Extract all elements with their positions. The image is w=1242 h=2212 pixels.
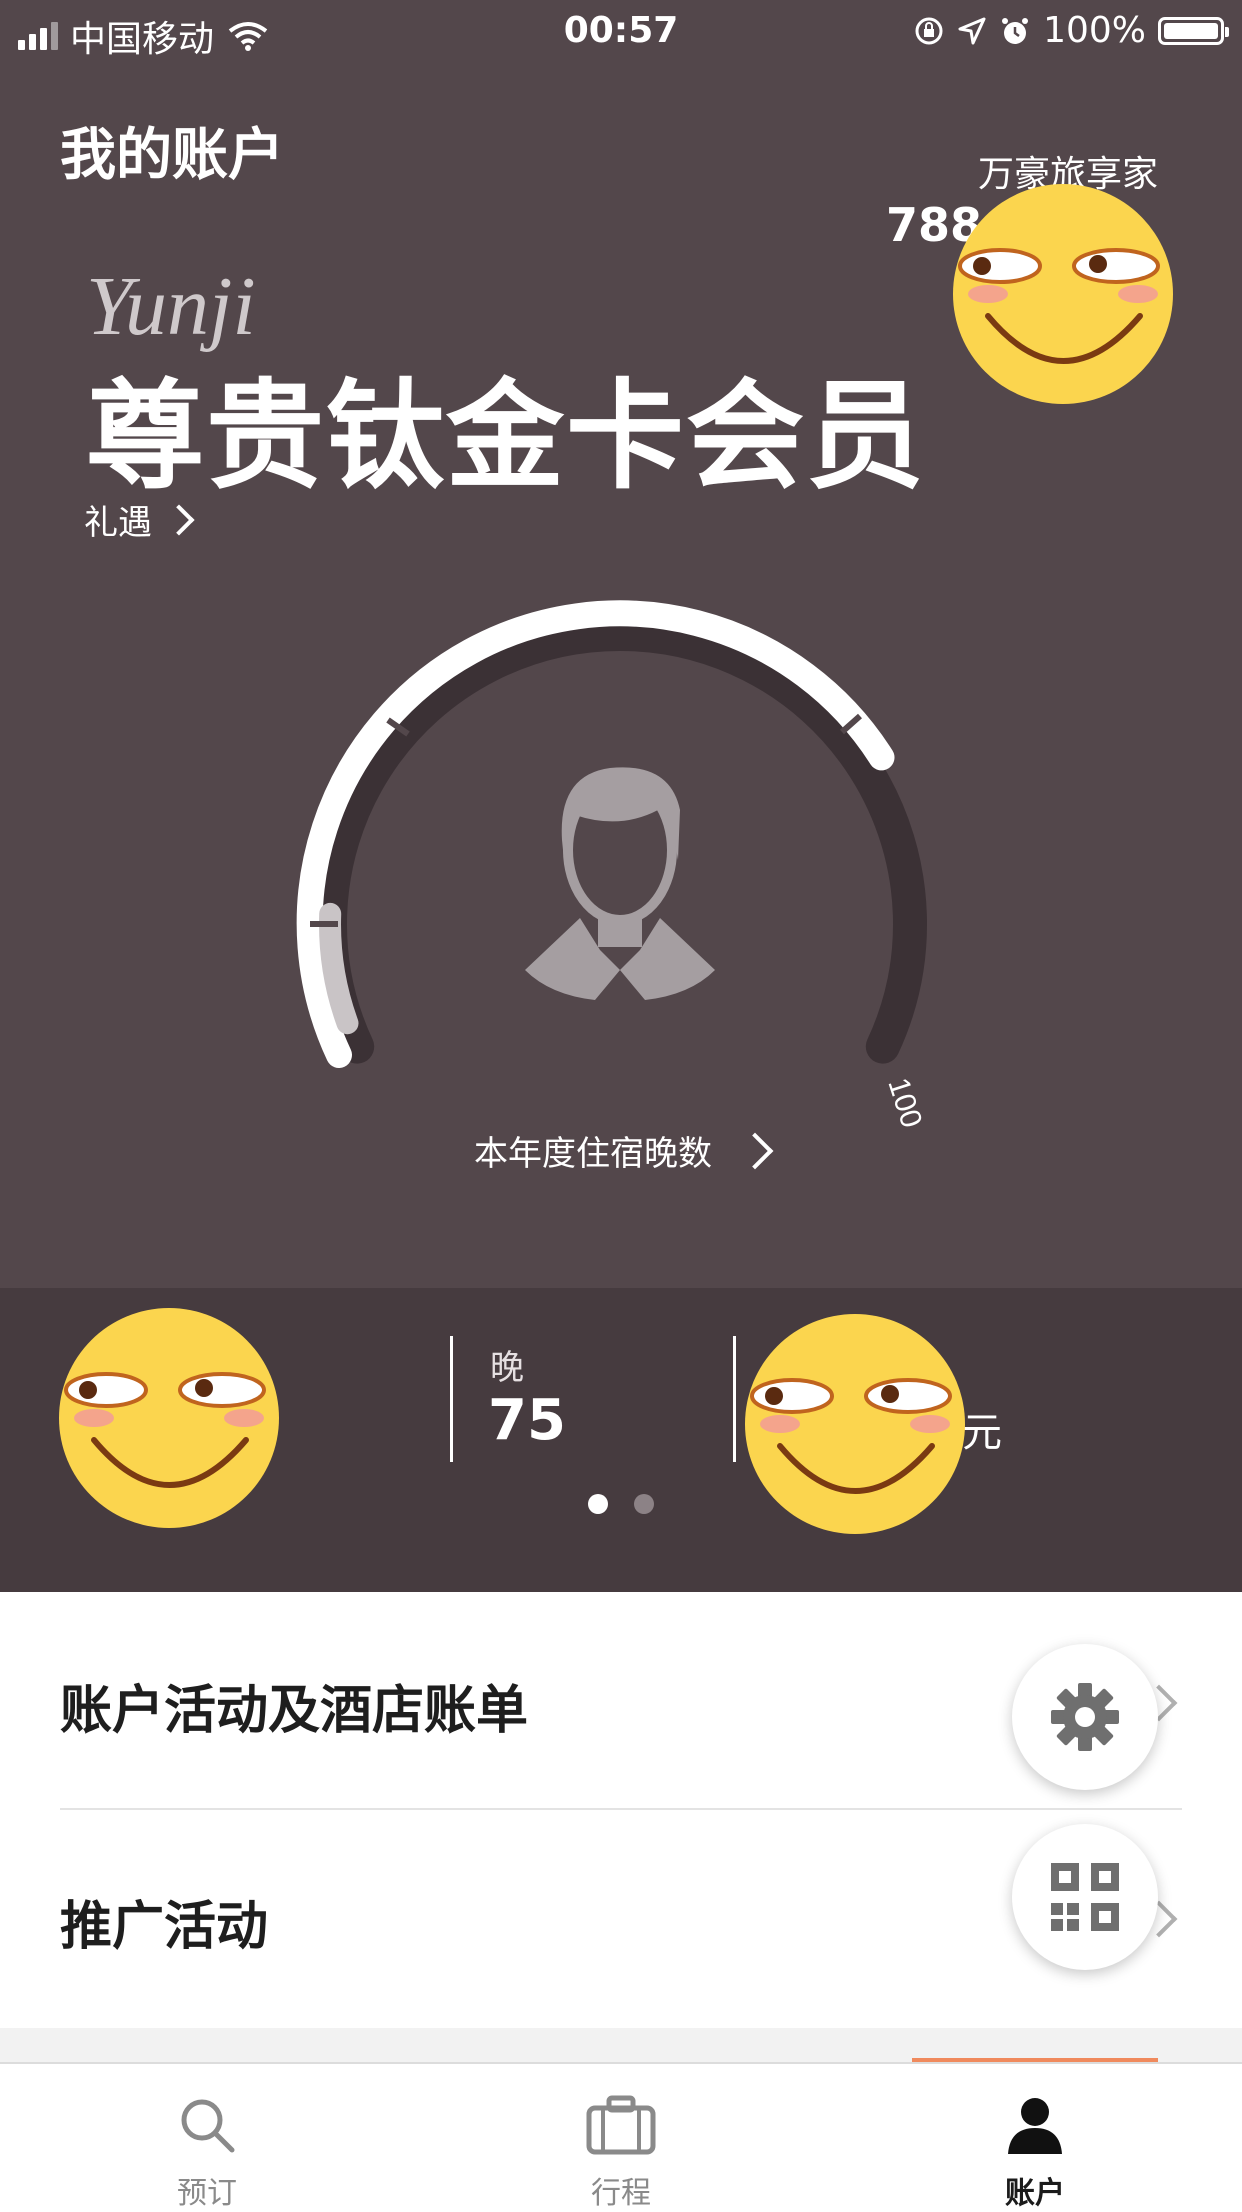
emoji-sticker (745, 1314, 965, 1534)
chevron-right-icon (163, 503, 195, 536)
page-title: 我的账户 (60, 123, 284, 188)
tab-account[interactable]: 账户 (828, 2064, 1242, 2211)
emoji-sticker (953, 184, 1173, 404)
tab-label: 账户 (1005, 2176, 1065, 2211)
emoji-sticker (59, 1308, 279, 1528)
qr-code-fab[interactable] (1012, 1824, 1158, 1970)
nights-value: 75 (488, 1388, 566, 1453)
person-icon (1008, 2098, 1062, 2154)
gauge-max-label: 100 (881, 1074, 928, 1132)
member-tier: 尊贵钛金卡会员 (86, 367, 927, 505)
tab-label: 行程 (591, 2176, 651, 2211)
tab-label: 预订 (177, 2176, 237, 2211)
battery-icon (1158, 16, 1229, 45)
suitcase-icon (586, 2095, 656, 2155)
tab-bar: 预订 行程 账户 (0, 2062, 1242, 2211)
battery-percent: 100% (1043, 10, 1146, 51)
benefits-link[interactable]: 礼遇 (84, 495, 195, 544)
search-icon (181, 2099, 235, 2153)
menu-item-label: 账户活动及酒店账单 (60, 1681, 529, 1741)
nights-caption: 本年度住宿晚数 (474, 1134, 712, 1174)
nights-label: 晚 (490, 1348, 524, 1388)
alarm-icon (1002, 17, 1029, 44)
menu-item-label: 推广活动 (60, 1897, 269, 1957)
section-spacer (0, 2028, 1242, 2062)
rotation-lock-icon (915, 17, 943, 44)
stat-divider (450, 1336, 453, 1462)
nights-caption-link[interactable]: 本年度住宿晚数 (0, 1126, 1242, 1175)
status-bar: 中国移动 00:57 100% (0, 0, 1242, 62)
stat-divider (733, 1336, 736, 1462)
tab-trips[interactable]: 行程 (414, 2064, 828, 2211)
page-dot[interactable] (588, 1494, 608, 1514)
avatar-icon (525, 767, 715, 1000)
account-menu: 账户活动及酒店账单 推广活动 (0, 1592, 1242, 2028)
chevron-right-icon (736, 1132, 774, 1169)
qr-code-icon (1051, 1863, 1119, 1931)
location-icon (958, 17, 986, 44)
nights-gauge: 100 (296, 556, 928, 1132)
settings-fab[interactable] (1012, 1644, 1158, 1790)
benefits-label: 礼遇 (84, 503, 152, 543)
page-dot[interactable] (634, 1494, 654, 1514)
gear-icon (1051, 1683, 1119, 1751)
tab-booking[interactable]: 预订 (0, 2064, 414, 2211)
